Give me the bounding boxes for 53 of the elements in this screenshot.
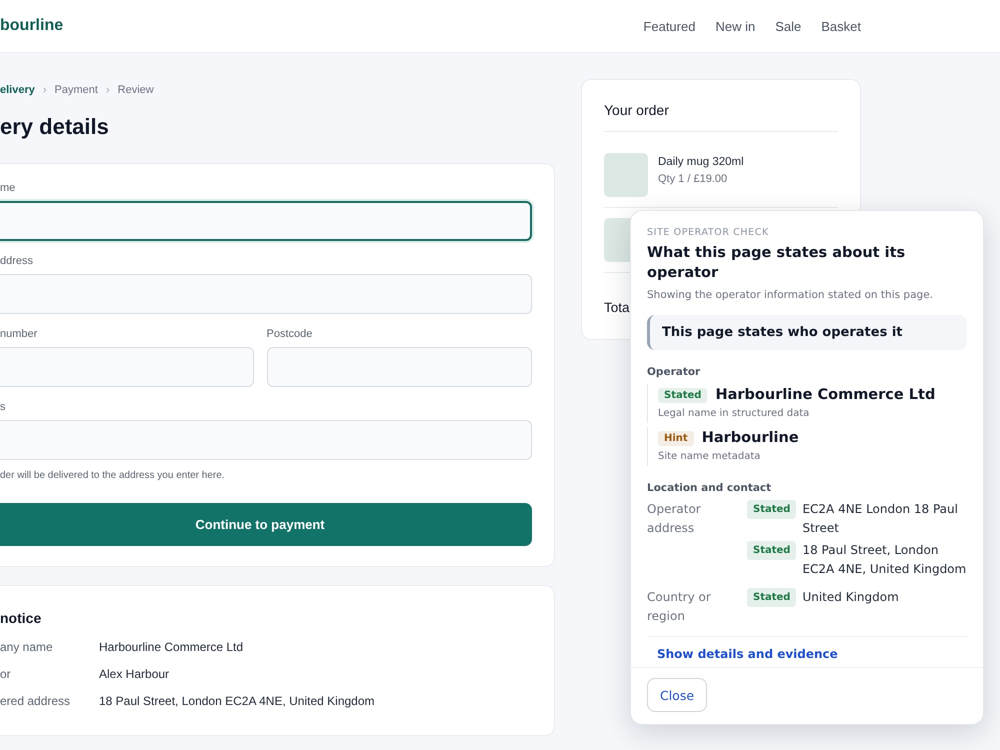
operator-name: Harbourline Commerce Ltd xyxy=(715,387,936,403)
row-value: 18 Paul Street, London EC2A 4NE, United Kingdom xyxy=(99,694,376,710)
field-label: ddress xyxy=(0,255,34,268)
product-detail: Qty 1 / £19.00 xyxy=(658,173,728,185)
breadcrumb-step[interactable]: Payment xyxy=(54,84,98,96)
field-value: United Kingdom xyxy=(802,589,900,606)
breadcrumb-step[interactable]: elivery xyxy=(0,84,35,96)
nav-link[interactable]: New in xyxy=(715,18,756,34)
page-title: ery details xyxy=(0,113,110,141)
field-label: s xyxy=(0,401,6,414)
product-thumbnail xyxy=(604,153,648,197)
field-label: number xyxy=(0,328,38,341)
status-badge: Stated xyxy=(747,541,796,560)
row-label: ered address xyxy=(0,694,72,710)
panel-title: What this page states about its operator xyxy=(647,244,906,283)
field-value: 18 Paul Street, London EC2A 4NE, United Kingdom xyxy=(802,542,967,578)
product-name: Daily mug 320ml xyxy=(658,156,744,168)
operator-name: Harbourline xyxy=(702,430,799,446)
field-value: EC2A 4NE London 18 Paul Street xyxy=(802,501,959,537)
panel-subtitle: Showing the operator information stated on this page. xyxy=(647,289,934,301)
card-title: Your order xyxy=(604,102,838,132)
source-note: Site name metadata xyxy=(658,451,762,462)
panel-eyebrow: SITE OPERATOR CHECK xyxy=(647,227,770,238)
close-button[interactable]: Close xyxy=(647,678,707,712)
field-label: me xyxy=(0,182,16,195)
row-label: any name xyxy=(0,640,54,656)
nav-link[interactable]: Featured xyxy=(643,18,696,34)
field-label: Country or region xyxy=(647,589,712,625)
row-value: Alex Harbour xyxy=(99,667,170,683)
source-note: Legal name in structured data xyxy=(658,408,810,419)
breadcrumb-step[interactable]: Review xyxy=(118,84,154,96)
nav-link[interactable]: Basket xyxy=(821,18,861,34)
section-heading: Location and contact xyxy=(647,482,772,494)
field-label: Operator address xyxy=(647,501,702,537)
details-link[interactable]: Show details and evidence xyxy=(657,647,838,661)
status-badge: Hint xyxy=(658,430,694,446)
input-field[interactable] xyxy=(0,201,532,241)
continue-button[interactable]: Continue to payment xyxy=(0,503,532,546)
row-label: or xyxy=(0,667,12,683)
section-heading: Operator xyxy=(647,366,702,378)
status-badge: Stated xyxy=(747,588,796,607)
row-value: Harbourline Commerce Ltd xyxy=(99,640,244,656)
field-label: Postcode xyxy=(266,328,314,341)
summary-callout: This page states who operates it xyxy=(647,315,967,350)
help-text: der will be delivered to the address you enter here. xyxy=(0,470,226,481)
status-badge: Stated xyxy=(658,388,708,402)
total-label: Tota xyxy=(604,300,631,315)
section-title: notice xyxy=(0,610,42,626)
breadcrumb-separator: › xyxy=(42,84,47,96)
brand-logo[interactable]: bourline xyxy=(0,17,64,35)
nav-link[interactable]: Sale xyxy=(775,18,802,34)
status-badge: Stated xyxy=(747,500,796,519)
breadcrumb-separator: › xyxy=(106,84,110,96)
